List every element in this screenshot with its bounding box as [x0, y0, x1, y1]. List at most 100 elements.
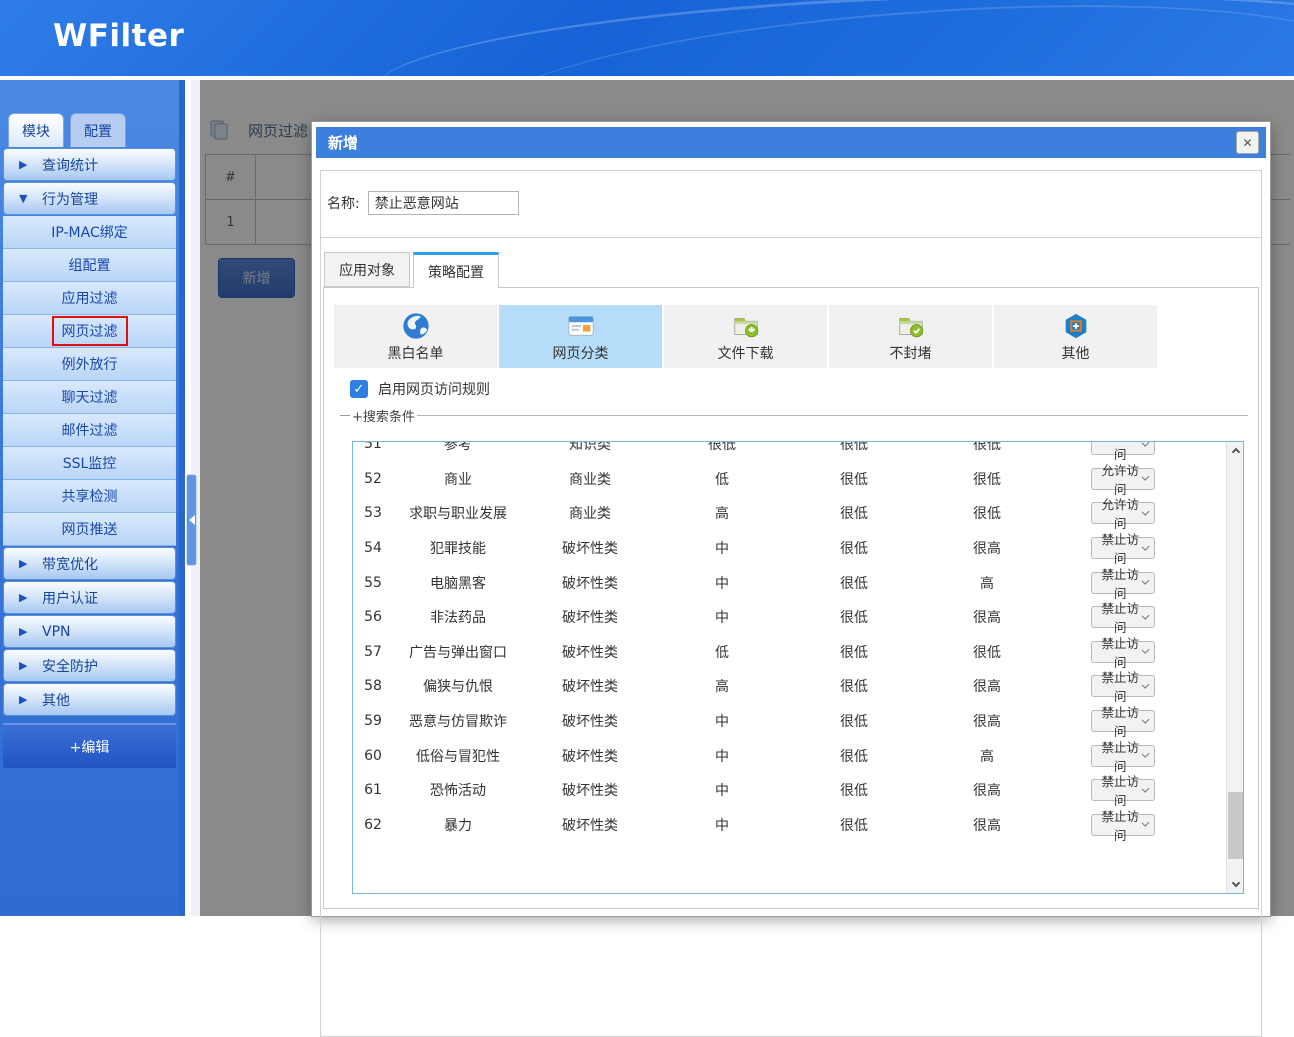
rule-name: 参考	[393, 441, 523, 454]
sidebar-item-label: 应用过滤	[54, 285, 126, 311]
sidebar-item-label: 聊天过滤	[54, 384, 126, 410]
rule-name: 偏狭与仇恨	[393, 676, 523, 696]
sidebar-item[interactable]: 组配置	[3, 249, 176, 282]
action-select[interactable]: 禁止访问	[1091, 779, 1155, 801]
rule-name: 电脑黑客	[393, 573, 523, 593]
category-file-download[interactable]: 文件下载	[664, 305, 827, 368]
action-select[interactable]: 禁止访问	[1091, 641, 1155, 663]
chevron-right-icon: ▶	[19, 693, 31, 706]
category-other[interactable]: 其他	[994, 305, 1157, 368]
sidebar-item[interactable]: SSL监控	[3, 447, 176, 480]
enable-rules-checkbox[interactable]: ✓	[350, 380, 368, 398]
chevron-right-icon: ▶	[19, 659, 31, 672]
rule-level-1: 中	[657, 746, 787, 766]
action-select[interactable]: 允许访问	[1091, 441, 1155, 455]
policy-group: 应用对象 策略配置 黑白名单	[320, 237, 1262, 1037]
sidebar-section-query-stats[interactable]: ▶ 查询统计	[3, 148, 176, 181]
edit-button[interactable]: +编辑	[3, 723, 176, 768]
sidebar-item[interactable]: IP-MAC绑定	[3, 216, 176, 249]
sidebar-item[interactable]: 例外放行	[3, 348, 176, 381]
tab-policy-config[interactable]: 策略配置	[413, 252, 499, 289]
search-condition-row: +搜索条件	[340, 406, 1248, 425]
rule-level-1: 中	[657, 607, 787, 627]
action-select[interactable]: 禁止访问	[1091, 814, 1155, 836]
rule-category: 破坏性类	[523, 573, 657, 593]
rule-id: 52	[353, 471, 393, 487]
sidebar-tab-config[interactable]: 配置	[70, 113, 126, 147]
rule-id: 55	[353, 575, 393, 591]
rule-level-1: 低	[657, 642, 787, 662]
enable-rules-row: ✓ 启用网页访问规则	[350, 379, 490, 399]
no-block-icon	[896, 311, 926, 341]
search-condition-toggle[interactable]: +搜索条件	[352, 406, 415, 425]
tab-label: 策略配置	[428, 262, 484, 282]
action-value: 禁止访问	[1098, 529, 1143, 567]
category-label: 文件下载	[718, 343, 774, 363]
action-select[interactable]: 禁止访问	[1091, 710, 1155, 732]
rule-category: 破坏性类	[523, 780, 657, 800]
sidebar-item[interactable]: 聊天过滤	[3, 381, 176, 414]
sidebar-item[interactable]: 邮件过滤	[3, 414, 176, 447]
rule-category: 破坏性类	[523, 815, 657, 835]
sidebar: 模块 配置 ▶ 查询统计 ▼ 行为管理 IP-MAC绑定 组配置 应用过滤 网	[0, 80, 185, 916]
sidebar-section-bandwidth[interactable]: ▶ 带宽优化	[3, 547, 176, 580]
rule-id: 54	[353, 540, 393, 556]
action-select[interactable]: 禁止访问	[1091, 572, 1155, 594]
app-logo: WFilter	[53, 18, 184, 54]
scrollbar-thumb[interactable]	[1228, 792, 1243, 859]
scroll-down-button[interactable]	[1227, 876, 1244, 893]
sidebar-section-security[interactable]: ▶ 安全防护	[3, 649, 176, 682]
rule-level-2: 很低	[787, 573, 921, 593]
action-value: 允许访问	[1098, 460, 1143, 498]
action-value: 禁止访问	[1098, 806, 1143, 844]
table-row: 56 非法药品 破坏性类 中 很低 很高 禁止访问	[353, 600, 1226, 635]
category-blackwhite-list[interactable]: 黑白名单	[334, 305, 497, 368]
sidebar-item[interactable]: 网页过滤	[3, 315, 176, 348]
rule-level-1: 很低	[657, 441, 787, 454]
rule-category: 商业类	[523, 503, 657, 523]
chevron-right-icon: ▶	[19, 625, 31, 638]
name-input[interactable]	[368, 191, 519, 215]
rule-id: 59	[353, 713, 393, 729]
sidebar-item-label: 组配置	[61, 252, 119, 278]
sidebar-item-label: 邮件过滤	[54, 417, 126, 443]
action-select[interactable]: 禁止访问	[1091, 675, 1155, 697]
rule-name: 广告与弹出窗口	[393, 642, 523, 662]
rule-category: 破坏性类	[523, 607, 657, 627]
action-select[interactable]: 禁止访问	[1091, 606, 1155, 628]
action-select[interactable]: 允许访问	[1091, 502, 1155, 524]
action-value: 禁止访问	[1098, 702, 1143, 740]
sidebar-section-other[interactable]: ▶ 其他	[3, 683, 176, 716]
scroll-up-button[interactable]	[1227, 442, 1244, 459]
chevron-down-icon: ▼	[19, 192, 31, 205]
sidebar-section-user-auth[interactable]: ▶ 用户认证	[3, 581, 176, 614]
collapse-arrow-icon	[189, 515, 195, 525]
sidebar-item[interactable]: 共享检测	[3, 480, 176, 513]
sidebar-tab-modules[interactable]: 模块	[8, 113, 64, 147]
dialog-title: 新增	[328, 132, 358, 153]
top-banner: WFilter	[0, 0, 1294, 76]
sidebar-item[interactable]: 应用过滤	[3, 282, 176, 315]
scrollbar[interactable]	[1226, 442, 1243, 893]
rule-level-1: 中	[657, 711, 787, 731]
action-select[interactable]: 禁止访问	[1091, 745, 1155, 767]
section-label: 带宽优化	[42, 554, 98, 574]
rule-level-1: 中	[657, 780, 787, 800]
action-select[interactable]: 禁止访问	[1091, 537, 1155, 559]
action-value: 允许访问	[1098, 494, 1143, 532]
category-web-classification[interactable]: 网页分类	[499, 305, 662, 368]
rule-level-3: 很低	[921, 503, 1053, 523]
rule-level-1: 高	[657, 503, 787, 523]
sidebar-section-behavior-mgmt[interactable]: ▼ 行为管理	[3, 182, 176, 215]
category-label: 黑白名单	[388, 343, 444, 363]
action-select[interactable]: 允许访问	[1091, 468, 1155, 490]
sidebar-collapse-handle[interactable]	[186, 474, 197, 566]
table-row: 54 犯罪技能 破坏性类 中 很低 很高 禁止访问	[353, 531, 1226, 566]
tab-apply-target[interactable]: 应用对象	[324, 252, 410, 287]
section-label: 安全防护	[42, 656, 98, 676]
sidebar-item[interactable]: 网页推送	[3, 513, 176, 546]
close-button[interactable]: ✕	[1236, 131, 1259, 154]
sidebar-section-vpn[interactable]: ▶ VPN	[3, 615, 176, 648]
category-no-block[interactable]: 不封堵	[829, 305, 992, 368]
rule-id: 51	[353, 441, 393, 452]
